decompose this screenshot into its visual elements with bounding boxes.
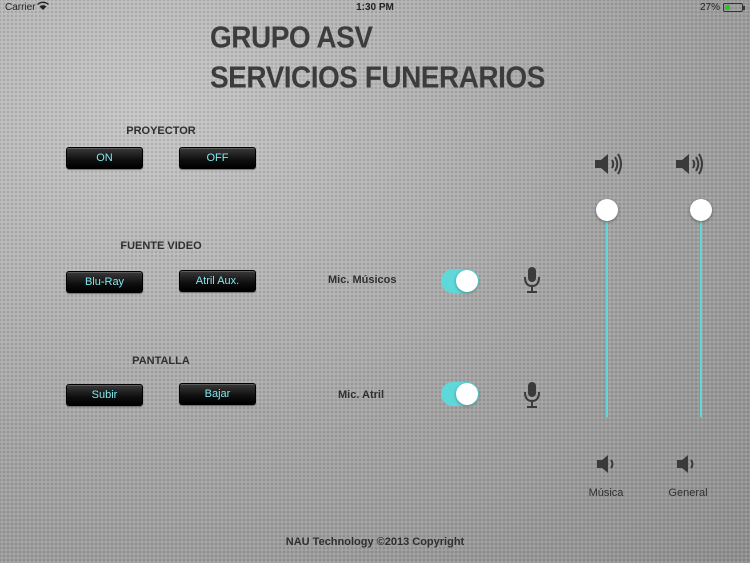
speaker-low-icon: [595, 452, 619, 476]
speaker-loud-icon: [674, 151, 706, 177]
mic-musicos-label: Mic. Músicos: [328, 274, 397, 286]
general-volume-thumb[interactable]: [690, 199, 712, 221]
general-label: General: [668, 487, 708, 499]
bluray-button[interactable]: Blu-Ray: [66, 271, 143, 293]
title-line-1: GRUPO ASV: [210, 20, 373, 55]
status-time: 1:30 PM: [356, 2, 394, 13]
musica-volume-track[interactable]: [606, 210, 608, 417]
battery-percent: 27%: [699, 2, 720, 13]
mic-atril-label: Mic. Atril: [338, 389, 385, 401]
subir-button[interactable]: Subir: [66, 384, 143, 406]
toggle-knob: [456, 270, 478, 292]
speaker-loud-icon: [593, 151, 625, 177]
general-volume-track[interactable]: [700, 210, 702, 417]
battery-icon: [723, 3, 745, 12]
microphone-icon: [522, 381, 542, 409]
status-bar: Carrier 1:30 PM 27%: [0, 0, 750, 16]
pantalla-label: PANTALLA: [132, 355, 190, 367]
toggle-knob: [456, 383, 478, 405]
footer-copyright: NAU Technology ©2013 Copyright: [285, 536, 465, 548]
musica-label: Música: [588, 487, 624, 499]
speaker-low-icon: [675, 452, 699, 476]
title-line-2: SERVICIOS FUNERARIOS: [210, 60, 545, 95]
microphone-icon: [522, 266, 542, 294]
mic-atril-toggle[interactable]: [441, 382, 479, 406]
proyector-on-button[interactable]: ON: [66, 147, 143, 169]
atril-aux-button[interactable]: Atril Aux.: [179, 270, 256, 292]
fuente-video-label: FUENTE VIDEO: [120, 240, 202, 252]
mic-musicos-toggle[interactable]: [441, 269, 479, 293]
musica-volume-thumb[interactable]: [596, 199, 618, 221]
bajar-button[interactable]: Bajar: [179, 383, 256, 405]
proyector-label: PROYECTOR: [126, 125, 196, 137]
proyector-off-button[interactable]: OFF: [179, 147, 256, 169]
